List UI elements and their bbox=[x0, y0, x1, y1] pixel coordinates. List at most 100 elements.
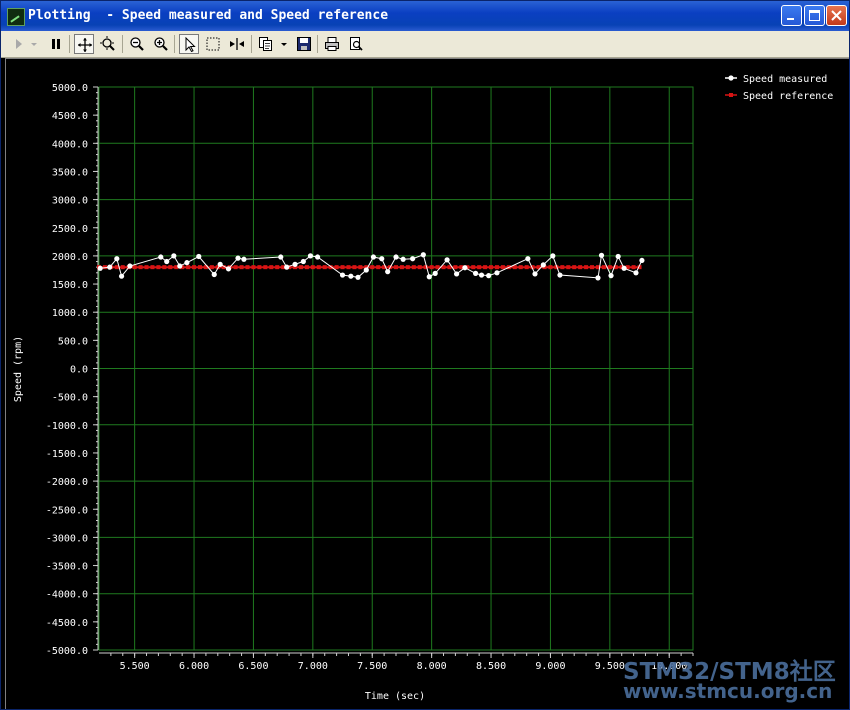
data-point-speed-reference[interactable] bbox=[578, 265, 583, 270]
data-point-speed-reference[interactable] bbox=[120, 265, 125, 270]
data-point-speed-reference[interactable] bbox=[399, 265, 404, 270]
data-point-speed-measured[interactable] bbox=[486, 273, 492, 279]
data-point-speed-measured[interactable] bbox=[639, 257, 645, 264]
data-point-speed-reference[interactable] bbox=[489, 265, 494, 270]
data-point-speed-measured[interactable] bbox=[118, 273, 125, 279]
data-point-speed-measured[interactable] bbox=[472, 270, 479, 276]
data-point-speed-measured[interactable] bbox=[196, 253, 202, 260]
data-point-speed-reference[interactable] bbox=[334, 265, 339, 270]
data-point-speed-reference[interactable] bbox=[192, 265, 197, 270]
data-point-speed-measured[interactable] bbox=[540, 262, 546, 268]
zoom-in-button[interactable] bbox=[151, 34, 171, 54]
title-bar[interactable]: Plotting - Speed measured and Speed refe… bbox=[1, 1, 849, 31]
plot-area[interactable]: 5000.0 4500.0 4000.0 3500.0 3000.0 2500.0 2000… bbox=[5, 58, 849, 709]
data-point-speed-measured[interactable] bbox=[164, 258, 170, 265]
data-point-speed-measured[interactable] bbox=[300, 258, 306, 265]
data-point-speed-measured[interactable] bbox=[348, 273, 354, 279]
data-point-speed-measured[interactable] bbox=[462, 265, 468, 271]
speed-chart[interactable]: 5000.0 4500.0 4000.0 3500.0 3000.0 2500.0 2000… bbox=[6, 59, 849, 709]
data-point-speed-measured[interactable] bbox=[355, 274, 361, 280]
print-button[interactable] bbox=[322, 34, 342, 54]
zoom-out-button[interactable] bbox=[127, 34, 147, 54]
data-point-speed-measured[interactable] bbox=[225, 266, 232, 272]
data-point-speed-measured[interactable] bbox=[379, 256, 385, 262]
legend-label[interactable]: Speed measured bbox=[743, 74, 827, 85]
data-point-speed-reference[interactable] bbox=[168, 265, 173, 270]
select-pointer-button[interactable] bbox=[179, 34, 199, 54]
data-point-speed-measured[interactable] bbox=[444, 257, 450, 263]
data-point-speed-reference[interactable] bbox=[209, 265, 214, 270]
data-point-speed-reference[interactable] bbox=[340, 265, 345, 270]
data-point-speed-reference[interactable] bbox=[275, 265, 280, 270]
data-point-speed-reference[interactable] bbox=[346, 265, 351, 270]
data-point-speed-reference[interactable] bbox=[358, 265, 363, 270]
data-point-speed-measured[interactable] bbox=[292, 261, 298, 267]
data-point-speed-reference[interactable] bbox=[251, 265, 256, 270]
data-point-speed-measured[interactable] bbox=[410, 256, 416, 262]
data-point-speed-measured[interactable] bbox=[385, 269, 391, 275]
play-dropdown-button[interactable] bbox=[27, 34, 39, 54]
data-point-speed-reference[interactable] bbox=[494, 265, 499, 270]
data-point-speed-reference[interactable] bbox=[310, 265, 315, 270]
data-point-speed-reference[interactable] bbox=[453, 265, 458, 270]
data-point-speed-reference[interactable] bbox=[245, 265, 250, 270]
data-point-speed-measured[interactable] bbox=[278, 254, 284, 260]
data-point-speed-reference[interactable] bbox=[156, 265, 161, 270]
print-preview-button[interactable] bbox=[346, 34, 366, 54]
play-button[interactable] bbox=[9, 34, 29, 54]
minimize-button[interactable] bbox=[781, 5, 802, 26]
data-point-speed-reference[interactable] bbox=[572, 265, 577, 270]
data-point-speed-reference[interactable] bbox=[631, 265, 636, 270]
maximize-button[interactable] bbox=[804, 5, 825, 26]
data-point-speed-reference[interactable] bbox=[304, 265, 309, 270]
data-point-speed-reference[interactable] bbox=[233, 265, 238, 270]
data-point-speed-reference[interactable] bbox=[197, 265, 202, 270]
data-point-speed-measured[interactable] bbox=[393, 254, 399, 260]
data-point-speed-reference[interactable] bbox=[269, 265, 274, 270]
data-point-speed-reference[interactable] bbox=[162, 265, 167, 270]
pause-button[interactable] bbox=[46, 34, 66, 54]
data-point-speed-reference[interactable] bbox=[316, 265, 321, 270]
data-point-speed-reference[interactable] bbox=[186, 265, 191, 270]
data-point-speed-measured[interactable] bbox=[314, 254, 321, 260]
data-point-speed-reference[interactable] bbox=[376, 265, 381, 270]
data-point-speed-reference[interactable] bbox=[322, 265, 327, 270]
data-point-speed-measured[interactable] bbox=[363, 267, 369, 273]
data-point-speed-reference[interactable] bbox=[150, 265, 155, 270]
data-point-speed-measured[interactable] bbox=[550, 253, 556, 259]
data-point-speed-reference[interactable] bbox=[548, 265, 553, 270]
data-point-speed-reference[interactable] bbox=[524, 265, 529, 270]
split-cursor-button[interactable] bbox=[227, 34, 247, 54]
data-point-speed-measured[interactable] bbox=[339, 272, 346, 278]
data-point-speed-measured[interactable] bbox=[633, 270, 639, 276]
data-point-speed-measured[interactable] bbox=[525, 256, 531, 262]
data-point-speed-reference[interactable] bbox=[601, 265, 606, 270]
data-point-speed-reference[interactable] bbox=[298, 265, 303, 270]
copy-button[interactable] bbox=[256, 34, 276, 54]
data-point-speed-reference[interactable] bbox=[566, 265, 571, 270]
data-point-speed-reference[interactable] bbox=[471, 265, 476, 270]
data-point-speed-reference[interactable] bbox=[352, 265, 357, 270]
data-point-speed-reference[interactable] bbox=[411, 265, 416, 270]
data-point-speed-measured[interactable] bbox=[97, 265, 103, 271]
data-point-speed-measured[interactable] bbox=[557, 272, 563, 278]
data-point-speed-reference[interactable] bbox=[138, 265, 143, 270]
data-point-speed-measured[interactable] bbox=[177, 263, 183, 269]
data-point-speed-reference[interactable] bbox=[144, 265, 149, 270]
data-point-speed-reference[interactable] bbox=[590, 265, 595, 270]
data-point-speed-measured[interactable] bbox=[432, 270, 438, 276]
data-point-speed-measured[interactable] bbox=[114, 256, 120, 262]
data-point-speed-reference[interactable] bbox=[500, 265, 505, 270]
data-point-speed-reference[interactable] bbox=[518, 265, 523, 270]
data-point-speed-measured[interactable] bbox=[184, 260, 190, 266]
data-point-speed-measured[interactable] bbox=[400, 256, 406, 262]
data-point-speed-measured[interactable] bbox=[307, 253, 314, 259]
data-point-speed-measured[interactable] bbox=[171, 253, 177, 259]
data-point-speed-reference[interactable] bbox=[405, 265, 410, 270]
data-point-speed-reference[interactable] bbox=[477, 265, 482, 270]
data-point-speed-reference[interactable] bbox=[483, 265, 488, 270]
data-point-speed-reference[interactable] bbox=[607, 265, 612, 270]
data-point-speed-measured[interactable] bbox=[615, 253, 621, 260]
data-point-speed-measured[interactable] bbox=[284, 264, 290, 270]
data-point-speed-reference[interactable] bbox=[394, 265, 398, 270]
